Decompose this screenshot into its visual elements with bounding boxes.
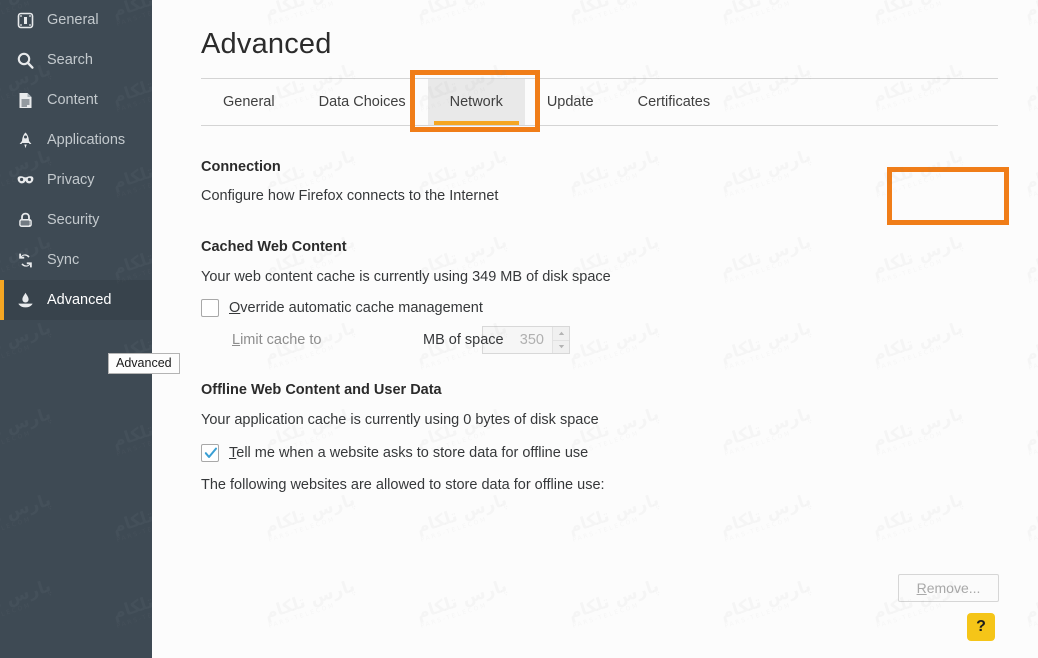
help-button[interactable]: ? (967, 613, 995, 641)
spinner-down-icon[interactable] (553, 340, 569, 353)
notify-offline-checkbox-row[interactable]: Tell me when a website asks to store dat… (201, 444, 588, 462)
sidebar-item-content[interactable]: Content (0, 80, 152, 120)
page-title: Advanced (201, 28, 332, 60)
tab-bar: General Data Choices Network Update Cert… (201, 78, 998, 126)
sidebar-item-search[interactable]: Search (0, 40, 152, 80)
preferences-pane: Advanced General Data Choices Network Up… (152, 0, 1038, 658)
limit-cache-unit: MB of space (423, 332, 504, 348)
advanced-icon (14, 289, 36, 311)
offline-usage-text: Your application cache is currently usin… (201, 412, 599, 428)
label-accesskey: O (229, 300, 241, 316)
cached-web-content-heading: Cached Web Content (201, 239, 347, 255)
sidebar-item-advanced[interactable]: Advanced (0, 280, 152, 320)
sidebar-item-security[interactable]: Security (0, 200, 152, 240)
spinner-up-icon[interactable] (553, 327, 569, 341)
sidebar-item-privacy[interactable]: Privacy (0, 160, 152, 200)
settings-sidebar: General Search Content Applications Priv… (0, 0, 152, 658)
sidebar-item-label: Sync (47, 252, 80, 268)
checkmark-icon (204, 447, 217, 458)
applications-icon (14, 129, 36, 151)
cache-usage-text: Your web content cache is currently usin… (201, 269, 611, 285)
sidebar-item-applications[interactable]: Applications (0, 120, 152, 160)
label-accesskey: L (232, 332, 241, 348)
button-label-accesskey: R (916, 580, 927, 596)
label-suffix: verride automatic cache management (240, 300, 483, 316)
tab-network[interactable]: Network (427, 79, 525, 125)
spinner-buttons (552, 327, 569, 353)
tab-data-choices[interactable]: Data Choices (297, 79, 428, 125)
security-lock-icon (14, 209, 36, 231)
sidebar-item-label: Security (47, 212, 100, 228)
tab-label: Update (546, 94, 594, 110)
tab-general[interactable]: General (201, 79, 297, 125)
sidebar-item-general[interactable]: General (0, 0, 152, 40)
sidebar-item-label: Content (47, 92, 98, 108)
tab-label: Network (449, 94, 503, 110)
general-icon (14, 9, 36, 31)
sidebar-item-sync[interactable]: Sync (0, 240, 152, 280)
sidebar-tooltip: Advanced (108, 353, 180, 374)
sidebar-item-label: Applications (47, 132, 126, 148)
tab-update[interactable]: Update (525, 79, 616, 125)
search-icon (14, 49, 36, 71)
sidebar-item-label: General (47, 12, 99, 28)
override-cache-label: Override automatic cache management (229, 300, 483, 316)
content-icon (14, 89, 36, 111)
sidebar-item-label: Advanced (47, 292, 112, 308)
label-suffix: imit cache to (240, 332, 322, 348)
sync-icon (14, 249, 36, 271)
limit-cache-label: Limit cache to (232, 332, 321, 348)
tab-certificates[interactable]: Certificates (616, 79, 733, 125)
tab-label: Data Choices (318, 94, 406, 110)
allowed-sites-label: The following websites are allowed to st… (201, 477, 605, 493)
label-suffix: ell me when a website asks to store data… (236, 445, 589, 461)
offline-web-content-heading: Offline Web Content and User Data (201, 382, 442, 398)
sidebar-item-label: Privacy (47, 172, 95, 188)
remove-site-button[interactable]: Remove... (898, 574, 999, 602)
connection-heading: Connection (201, 159, 281, 175)
notify-offline-label: Tell me when a website asks to store dat… (229, 445, 588, 461)
connection-description: Configure how Firefox connects to the In… (201, 188, 499, 204)
sidebar-item-label: Search (47, 52, 93, 68)
tab-label: General (223, 94, 275, 110)
notify-offline-checkbox[interactable] (201, 444, 219, 462)
override-cache-checkbox[interactable] (201, 299, 219, 317)
tab-label: Certificates (637, 94, 711, 110)
privacy-mask-icon (14, 169, 36, 191)
button-label-suffix: emove... (926, 580, 981, 596)
override-cache-checkbox-row[interactable]: Override automatic cache management (201, 299, 483, 317)
